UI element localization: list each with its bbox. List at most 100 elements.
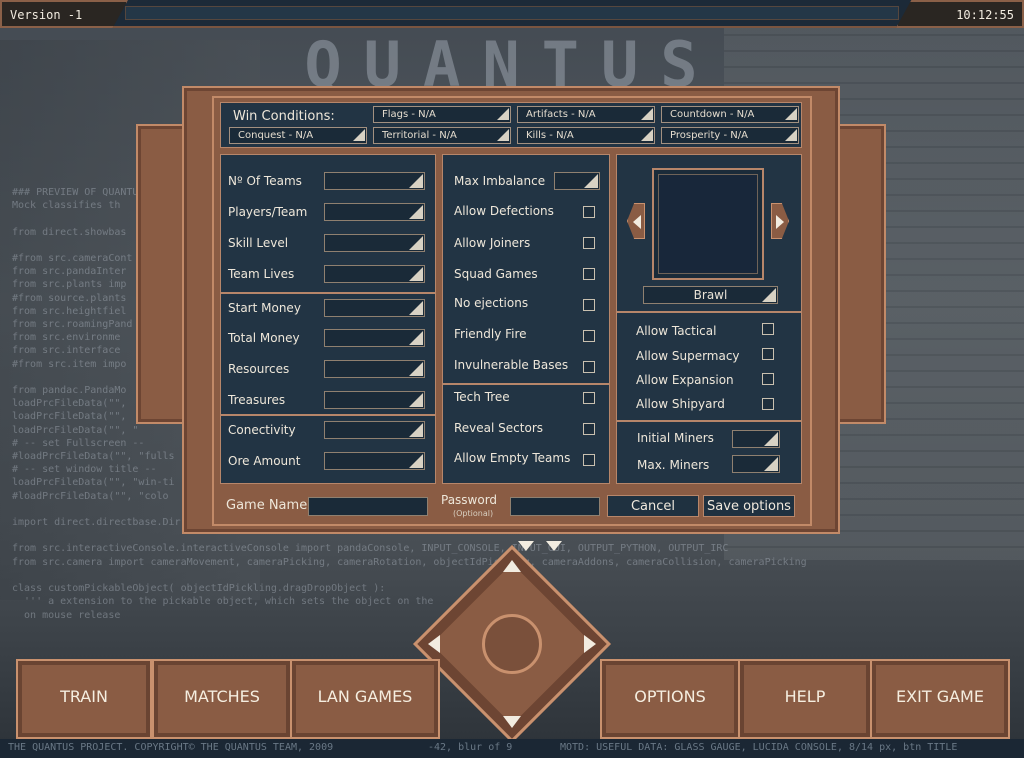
menu-options-button[interactable]: OPTIONS <box>600 659 740 739</box>
max-miners-label: Max. Miners <box>637 458 710 472</box>
resources-dropdown[interactable] <box>324 360 425 378</box>
connectivity-label: Conectivity <box>228 423 296 437</box>
win-conditions-title: Win Conditions: <box>233 109 335 124</box>
skill-level-dropdown[interactable] <box>324 234 425 252</box>
menu-train-button[interactable]: TRAIN <box>16 659 152 739</box>
tech-tree-checkbox[interactable] <box>583 392 595 404</box>
dropdown-arrow-icon <box>409 174 423 188</box>
max-miners-dropdown[interactable] <box>732 455 780 473</box>
teams-count-label: Nº Of Teams <box>228 174 302 188</box>
squad-games-label: Squad Games <box>454 267 538 281</box>
divider <box>616 420 802 422</box>
initial-miners-dropdown[interactable] <box>732 430 780 448</box>
team-lives-dropdown[interactable] <box>324 265 425 283</box>
dropdown-arrow-icon <box>409 267 423 281</box>
invulnerable-bases-checkbox[interactable] <box>583 361 595 373</box>
dropdown-arrow-icon <box>641 129 653 141</box>
dropdown-arrow-icon <box>497 108 509 120</box>
clock-label: 10:12:55 <box>896 0 1024 28</box>
dropdown-arrow-icon <box>641 108 653 120</box>
footer-bar: THE QUANTUS PROJECT. COPYRIGHT© THE QUAN… <box>0 739 1024 758</box>
chevron-down-icon <box>518 541 534 551</box>
menu-label: LAN GAMES <box>317 687 413 706</box>
map-preview <box>652 168 764 280</box>
friendly-fire-checkbox[interactable] <box>583 330 595 342</box>
password-hint: (Optional) <box>453 509 494 518</box>
allow-joiners-checkbox[interactable] <box>583 237 595 249</box>
win-condition-artifacts[interactable]: Artifacts - N/A <box>517 106 655 123</box>
max-imbalance-label: Max Imbalance <box>454 174 546 188</box>
menu-exit-game-button[interactable]: EXIT GAME <box>870 659 1010 739</box>
allow-joiners-label: Allow Joiners <box>454 236 531 250</box>
divider <box>220 292 436 294</box>
max-imbalance-dropdown[interactable] <box>554 172 600 190</box>
win-condition-label: Artifacts - N/A <box>526 109 596 120</box>
top-bar-strip <box>125 6 899 20</box>
arrow-right-icon[interactable] <box>584 635 596 653</box>
game-name-label: Game Name <box>226 498 308 513</box>
divider <box>616 311 802 313</box>
divider <box>442 383 610 385</box>
allow-empty-teams-checkbox[interactable] <box>583 454 595 466</box>
no-ejections-checkbox[interactable] <box>583 299 595 311</box>
dropdown-arrow-icon <box>409 393 423 407</box>
menu-label: TRAIN <box>60 687 108 706</box>
dropdown-arrow-icon <box>409 454 423 468</box>
allow-shipyard-checkbox[interactable] <box>762 398 774 410</box>
dropdown-arrow-icon <box>409 331 423 345</box>
arrow-up-icon[interactable] <box>503 560 521 572</box>
footer-blur: -42, blur of 9 <box>428 742 513 753</box>
ore-amount-dropdown[interactable] <box>324 452 425 470</box>
cancel-button[interactable]: Cancel <box>607 495 699 517</box>
allow-expansion-checkbox[interactable] <box>762 373 774 385</box>
game-name-input[interactable] <box>308 497 428 516</box>
win-condition-prosperity[interactable]: Prosperity - N/A <box>661 127 799 144</box>
treasures-dropdown[interactable] <box>324 391 425 409</box>
win-condition-territorial[interactable]: Territorial - N/A <box>373 127 511 144</box>
dropdown-arrow-icon <box>764 432 778 446</box>
dropdown-arrow-icon <box>409 301 423 315</box>
win-condition-kills[interactable]: Kills - N/A <box>517 127 655 144</box>
teams-count-dropdown[interactable] <box>324 172 425 190</box>
center-hub-ring <box>482 614 542 674</box>
background-code-line: class customPickableObject( objectIdPick… <box>12 583 386 595</box>
allow-defections-label: Allow Defections <box>454 204 554 218</box>
win-condition-label: Flags - N/A <box>382 109 436 120</box>
win-condition-countdown[interactable]: Countdown - N/A <box>661 106 799 123</box>
password-input[interactable] <box>510 497 600 516</box>
chevron-down-icon <box>546 541 562 551</box>
reveal-sectors-checkbox[interactable] <box>583 423 595 435</box>
connectivity-dropdown[interactable] <box>324 421 425 439</box>
tech-tree-label: Tech Tree <box>454 390 510 404</box>
dropdown-arrow-icon <box>409 362 423 376</box>
menu-label: HELP <box>784 687 826 706</box>
allow-tactical-checkbox[interactable] <box>762 323 774 335</box>
start-money-dropdown[interactable] <box>324 299 425 317</box>
divider <box>220 414 436 416</box>
initial-miners-label: Initial Miners <box>637 431 714 445</box>
arrow-down-icon[interactable] <box>503 716 521 728</box>
menu-lan-games-button[interactable]: LAN GAMES <box>290 659 440 739</box>
invulnerable-bases-label: Invulnerable Bases <box>454 358 569 372</box>
players-per-team-dropdown[interactable] <box>324 203 425 221</box>
dropdown-arrow-icon <box>409 236 423 250</box>
team-lives-label: Team Lives <box>228 267 295 281</box>
win-condition-flags[interactable]: Flags - N/A <box>373 106 511 123</box>
menu-matches-button[interactable]: MATCHES <box>152 659 292 739</box>
arrow-left-icon <box>633 215 641 229</box>
arrow-left-icon[interactable] <box>428 635 440 653</box>
dropdown-arrow-icon <box>409 423 423 437</box>
squad-games-checkbox[interactable] <box>583 268 595 280</box>
dropdown-arrow-icon <box>785 129 797 141</box>
total-money-dropdown[interactable] <box>324 329 425 347</box>
map-select-dropdown[interactable]: Brawl <box>643 286 778 304</box>
save-options-button[interactable]: Save options <box>703 495 795 517</box>
allow-supremacy-checkbox[interactable] <box>762 348 774 360</box>
win-condition-label: Conquest - N/A <box>238 130 314 141</box>
win-condition-conquest[interactable]: Conquest - N/A <box>229 127 367 144</box>
menu-help-button[interactable]: HELP <box>738 659 872 739</box>
allow-defections-checkbox[interactable] <box>583 206 595 218</box>
background-code-line: from src.camera import cameraMovement, c… <box>12 556 807 568</box>
no-ejections-label: No ejections <box>454 296 529 310</box>
background-code-line: from src.interactiveConsole.interactiveC… <box>12 543 729 555</box>
